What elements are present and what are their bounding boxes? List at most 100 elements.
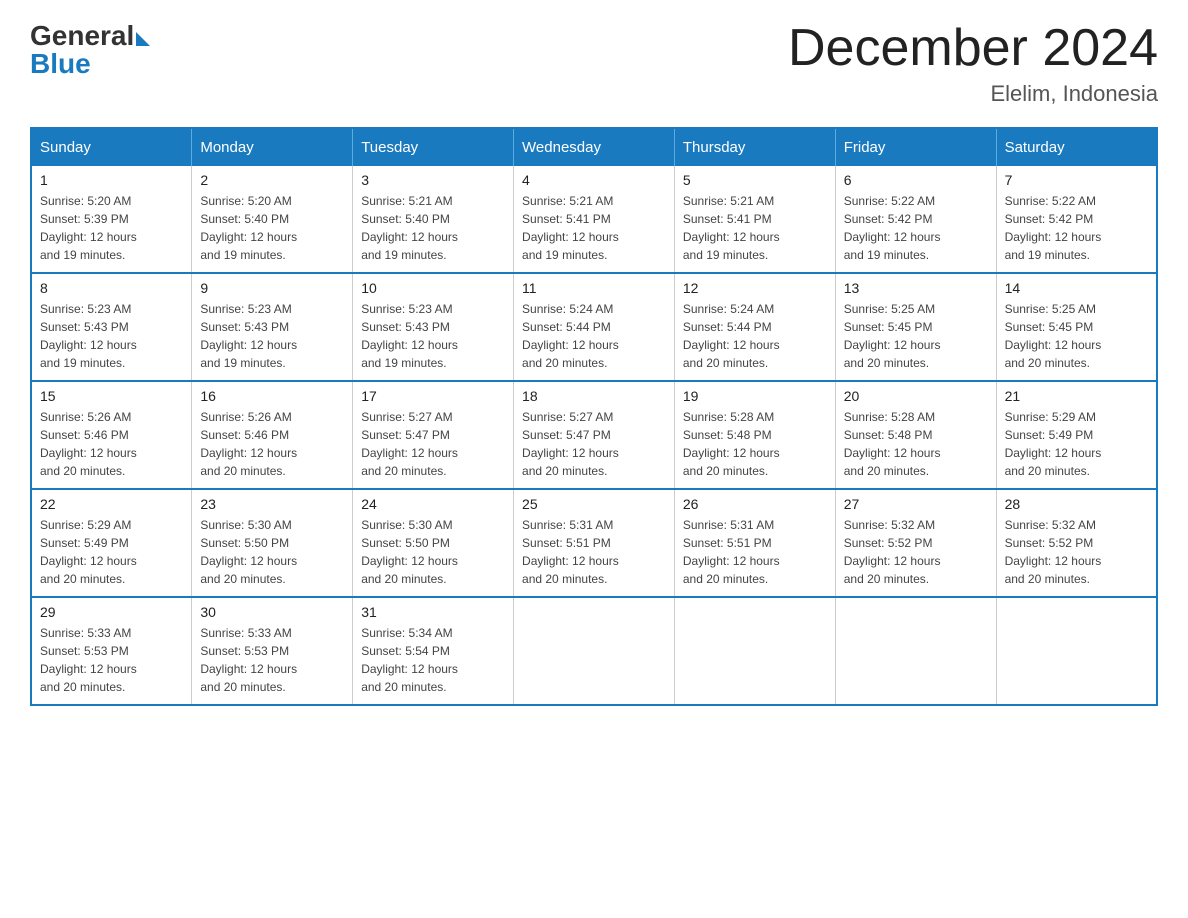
column-header-monday: Monday bbox=[192, 128, 353, 166]
month-title: December 2024 bbox=[788, 20, 1158, 77]
day-info: Sunrise: 5:23 AMSunset: 5:43 PMDaylight:… bbox=[361, 300, 505, 372]
day-number: 6 bbox=[844, 172, 988, 188]
calendar-cell: 27 Sunrise: 5:32 AMSunset: 5:52 PMDaylig… bbox=[835, 489, 996, 597]
calendar-cell: 4 Sunrise: 5:21 AMSunset: 5:41 PMDayligh… bbox=[514, 166, 675, 273]
day-info: Sunrise: 5:28 AMSunset: 5:48 PMDaylight:… bbox=[683, 408, 827, 480]
calendar-cell: 9 Sunrise: 5:23 AMSunset: 5:43 PMDayligh… bbox=[192, 273, 353, 381]
day-info: Sunrise: 5:25 AMSunset: 5:45 PMDaylight:… bbox=[844, 300, 988, 372]
day-number: 20 bbox=[844, 388, 988, 404]
calendar-cell: 25 Sunrise: 5:31 AMSunset: 5:51 PMDaylig… bbox=[514, 489, 675, 597]
day-info: Sunrise: 5:33 AMSunset: 5:53 PMDaylight:… bbox=[200, 624, 344, 696]
calendar-cell: 24 Sunrise: 5:30 AMSunset: 5:50 PMDaylig… bbox=[353, 489, 514, 597]
calendar-week-row: 22 Sunrise: 5:29 AMSunset: 5:49 PMDaylig… bbox=[31, 489, 1157, 597]
calendar-cell: 28 Sunrise: 5:32 AMSunset: 5:52 PMDaylig… bbox=[996, 489, 1157, 597]
day-number: 25 bbox=[522, 496, 666, 512]
calendar-cell: 8 Sunrise: 5:23 AMSunset: 5:43 PMDayligh… bbox=[31, 273, 192, 381]
column-header-friday: Friday bbox=[835, 128, 996, 166]
day-number: 10 bbox=[361, 280, 505, 296]
day-info: Sunrise: 5:32 AMSunset: 5:52 PMDaylight:… bbox=[1005, 516, 1148, 588]
day-info: Sunrise: 5:31 AMSunset: 5:51 PMDaylight:… bbox=[683, 516, 827, 588]
calendar-cell: 17 Sunrise: 5:27 AMSunset: 5:47 PMDaylig… bbox=[353, 381, 514, 489]
day-number: 29 bbox=[40, 604, 183, 620]
day-number: 17 bbox=[361, 388, 505, 404]
calendar-cell: 5 Sunrise: 5:21 AMSunset: 5:41 PMDayligh… bbox=[674, 166, 835, 273]
calendar-cell: 2 Sunrise: 5:20 AMSunset: 5:40 PMDayligh… bbox=[192, 166, 353, 273]
day-info: Sunrise: 5:25 AMSunset: 5:45 PMDaylight:… bbox=[1005, 300, 1148, 372]
day-number: 5 bbox=[683, 172, 827, 188]
calendar-cell: 21 Sunrise: 5:29 AMSunset: 5:49 PMDaylig… bbox=[996, 381, 1157, 489]
calendar-cell: 30 Sunrise: 5:33 AMSunset: 5:53 PMDaylig… bbox=[192, 597, 353, 705]
column-header-wednesday: Wednesday bbox=[514, 128, 675, 166]
day-info: Sunrise: 5:22 AMSunset: 5:42 PMDaylight:… bbox=[844, 192, 988, 264]
day-number: 21 bbox=[1005, 388, 1148, 404]
day-number: 30 bbox=[200, 604, 344, 620]
day-number: 16 bbox=[200, 388, 344, 404]
day-number: 2 bbox=[200, 172, 344, 188]
day-number: 14 bbox=[1005, 280, 1148, 296]
day-number: 28 bbox=[1005, 496, 1148, 512]
page-header: General Blue December 2024 Elelim, Indon… bbox=[30, 20, 1158, 107]
day-info: Sunrise: 5:21 AMSunset: 5:40 PMDaylight:… bbox=[361, 192, 505, 264]
day-info: Sunrise: 5:30 AMSunset: 5:50 PMDaylight:… bbox=[200, 516, 344, 588]
logo-blue-text: Blue bbox=[30, 48, 91, 80]
day-number: 31 bbox=[361, 604, 505, 620]
logo: General Blue bbox=[30, 20, 150, 80]
calendar-cell: 1 Sunrise: 5:20 AMSunset: 5:39 PMDayligh… bbox=[31, 166, 192, 273]
column-header-saturday: Saturday bbox=[996, 128, 1157, 166]
day-info: Sunrise: 5:34 AMSunset: 5:54 PMDaylight:… bbox=[361, 624, 505, 696]
day-number: 23 bbox=[200, 496, 344, 512]
calendar-cell: 29 Sunrise: 5:33 AMSunset: 5:53 PMDaylig… bbox=[31, 597, 192, 705]
calendar-cell: 15 Sunrise: 5:26 AMSunset: 5:46 PMDaylig… bbox=[31, 381, 192, 489]
day-number: 9 bbox=[200, 280, 344, 296]
day-info: Sunrise: 5:32 AMSunset: 5:52 PMDaylight:… bbox=[844, 516, 988, 588]
calendar-cell: 22 Sunrise: 5:29 AMSunset: 5:49 PMDaylig… bbox=[31, 489, 192, 597]
day-info: Sunrise: 5:28 AMSunset: 5:48 PMDaylight:… bbox=[844, 408, 988, 480]
day-info: Sunrise: 5:21 AMSunset: 5:41 PMDaylight:… bbox=[683, 192, 827, 264]
day-number: 7 bbox=[1005, 172, 1148, 188]
column-header-thursday: Thursday bbox=[674, 128, 835, 166]
day-info: Sunrise: 5:20 AMSunset: 5:40 PMDaylight:… bbox=[200, 192, 344, 264]
day-info: Sunrise: 5:27 AMSunset: 5:47 PMDaylight:… bbox=[361, 408, 505, 480]
calendar-cell: 14 Sunrise: 5:25 AMSunset: 5:45 PMDaylig… bbox=[996, 273, 1157, 381]
day-info: Sunrise: 5:22 AMSunset: 5:42 PMDaylight:… bbox=[1005, 192, 1148, 264]
calendar-cell bbox=[514, 597, 675, 705]
day-info: Sunrise: 5:24 AMSunset: 5:44 PMDaylight:… bbox=[683, 300, 827, 372]
calendar-week-row: 29 Sunrise: 5:33 AMSunset: 5:53 PMDaylig… bbox=[31, 597, 1157, 705]
day-number: 11 bbox=[522, 280, 666, 296]
calendar-week-row: 1 Sunrise: 5:20 AMSunset: 5:39 PMDayligh… bbox=[31, 166, 1157, 273]
day-number: 19 bbox=[683, 388, 827, 404]
calendar-table: SundayMondayTuesdayWednesdayThursdayFrid… bbox=[30, 127, 1158, 706]
calendar-cell bbox=[674, 597, 835, 705]
day-number: 15 bbox=[40, 388, 183, 404]
day-info: Sunrise: 5:21 AMSunset: 5:41 PMDaylight:… bbox=[522, 192, 666, 264]
calendar-cell: 12 Sunrise: 5:24 AMSunset: 5:44 PMDaylig… bbox=[674, 273, 835, 381]
day-number: 22 bbox=[40, 496, 183, 512]
calendar-cell: 7 Sunrise: 5:22 AMSunset: 5:42 PMDayligh… bbox=[996, 166, 1157, 273]
day-info: Sunrise: 5:20 AMSunset: 5:39 PMDaylight:… bbox=[40, 192, 183, 264]
day-number: 26 bbox=[683, 496, 827, 512]
day-number: 4 bbox=[522, 172, 666, 188]
day-number: 27 bbox=[844, 496, 988, 512]
day-info: Sunrise: 5:27 AMSunset: 5:47 PMDaylight:… bbox=[522, 408, 666, 480]
day-number: 13 bbox=[844, 280, 988, 296]
day-info: Sunrise: 5:23 AMSunset: 5:43 PMDaylight:… bbox=[200, 300, 344, 372]
calendar-cell: 11 Sunrise: 5:24 AMSunset: 5:44 PMDaylig… bbox=[514, 273, 675, 381]
day-info: Sunrise: 5:30 AMSunset: 5:50 PMDaylight:… bbox=[361, 516, 505, 588]
calendar-cell: 13 Sunrise: 5:25 AMSunset: 5:45 PMDaylig… bbox=[835, 273, 996, 381]
day-number: 12 bbox=[683, 280, 827, 296]
day-info: Sunrise: 5:24 AMSunset: 5:44 PMDaylight:… bbox=[522, 300, 666, 372]
calendar-week-row: 8 Sunrise: 5:23 AMSunset: 5:43 PMDayligh… bbox=[31, 273, 1157, 381]
calendar-cell: 19 Sunrise: 5:28 AMSunset: 5:48 PMDaylig… bbox=[674, 381, 835, 489]
day-info: Sunrise: 5:23 AMSunset: 5:43 PMDaylight:… bbox=[40, 300, 183, 372]
day-info: Sunrise: 5:26 AMSunset: 5:46 PMDaylight:… bbox=[200, 408, 344, 480]
logo-triangle-icon bbox=[136, 32, 150, 46]
calendar-cell bbox=[996, 597, 1157, 705]
calendar-cell: 23 Sunrise: 5:30 AMSunset: 5:50 PMDaylig… bbox=[192, 489, 353, 597]
calendar-cell: 10 Sunrise: 5:23 AMSunset: 5:43 PMDaylig… bbox=[353, 273, 514, 381]
calendar-cell: 6 Sunrise: 5:22 AMSunset: 5:42 PMDayligh… bbox=[835, 166, 996, 273]
calendar-cell bbox=[835, 597, 996, 705]
location-text: Elelim, Indonesia bbox=[788, 81, 1158, 107]
day-number: 3 bbox=[361, 172, 505, 188]
day-number: 24 bbox=[361, 496, 505, 512]
calendar-cell: 20 Sunrise: 5:28 AMSunset: 5:48 PMDaylig… bbox=[835, 381, 996, 489]
